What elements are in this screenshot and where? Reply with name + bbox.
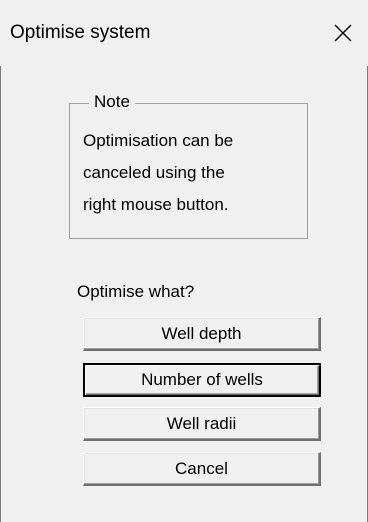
close-button[interactable] [318, 8, 368, 58]
note-line-2: canceled using the [83, 163, 225, 182]
dialog-body: Note Optimisation can be canceled using … [0, 66, 368, 522]
well-radii-button[interactable]: Well radii [83, 407, 321, 441]
window-title: Optimise system [10, 22, 151, 43]
optimise-system-dialog: Optimise system Note Optimisation can be… [0, 0, 368, 522]
cancel-button[interactable]: Cancel [83, 452, 321, 486]
optimise-what-label: Optimise what? [77, 282, 195, 301]
note-legend: Note [89, 91, 135, 113]
note-line-1: Optimisation can be [83, 131, 234, 150]
title-bar: Optimise system [0, 0, 368, 66]
note-line-3: right mouse button. [83, 195, 229, 214]
number-of-wells-button[interactable]: Number of wells [83, 363, 321, 397]
well-depth-button[interactable]: Well depth [83, 317, 321, 351]
close-icon [334, 24, 352, 42]
